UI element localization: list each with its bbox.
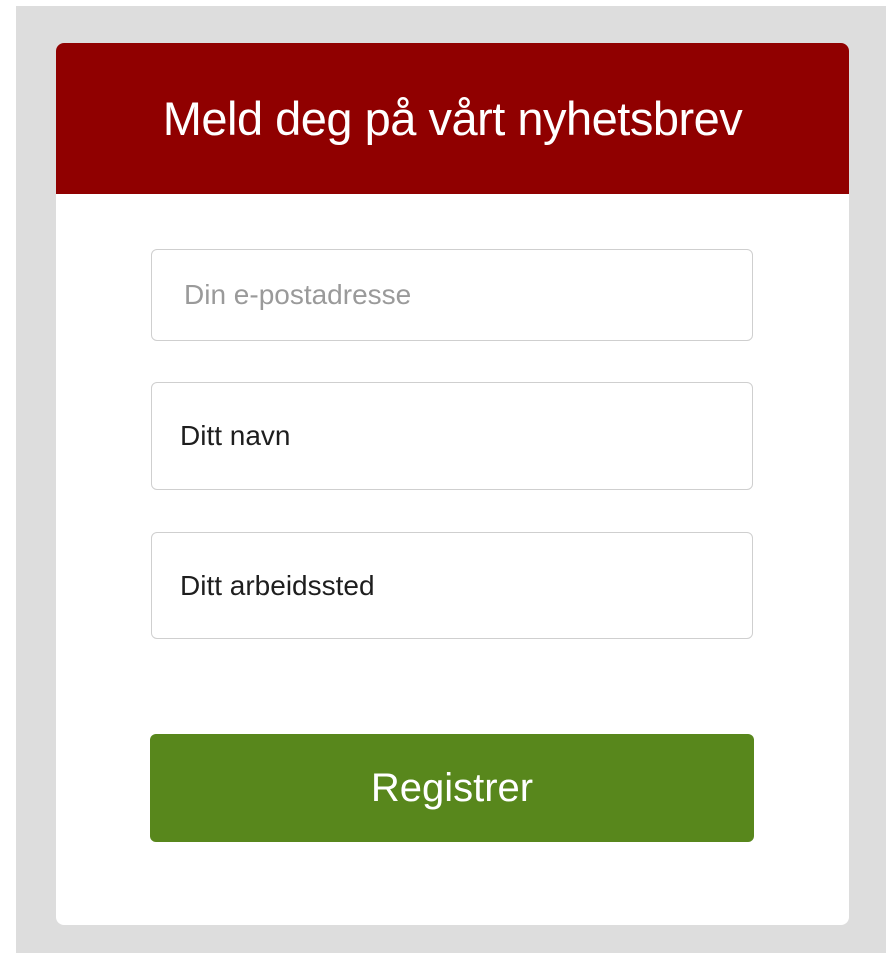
newsletter-signup-card: Meld deg på vårt nyhetsbrev Registrer	[56, 43, 849, 925]
email-field[interactable]	[151, 249, 753, 341]
workplace-field[interactable]	[151, 532, 753, 639]
card-header: Meld deg på vårt nyhetsbrev	[56, 43, 849, 194]
card-title: Meld deg på vårt nyhetsbrev	[162, 92, 743, 145]
register-button[interactable]: Registrer	[150, 734, 754, 842]
name-field[interactable]	[151, 382, 753, 490]
